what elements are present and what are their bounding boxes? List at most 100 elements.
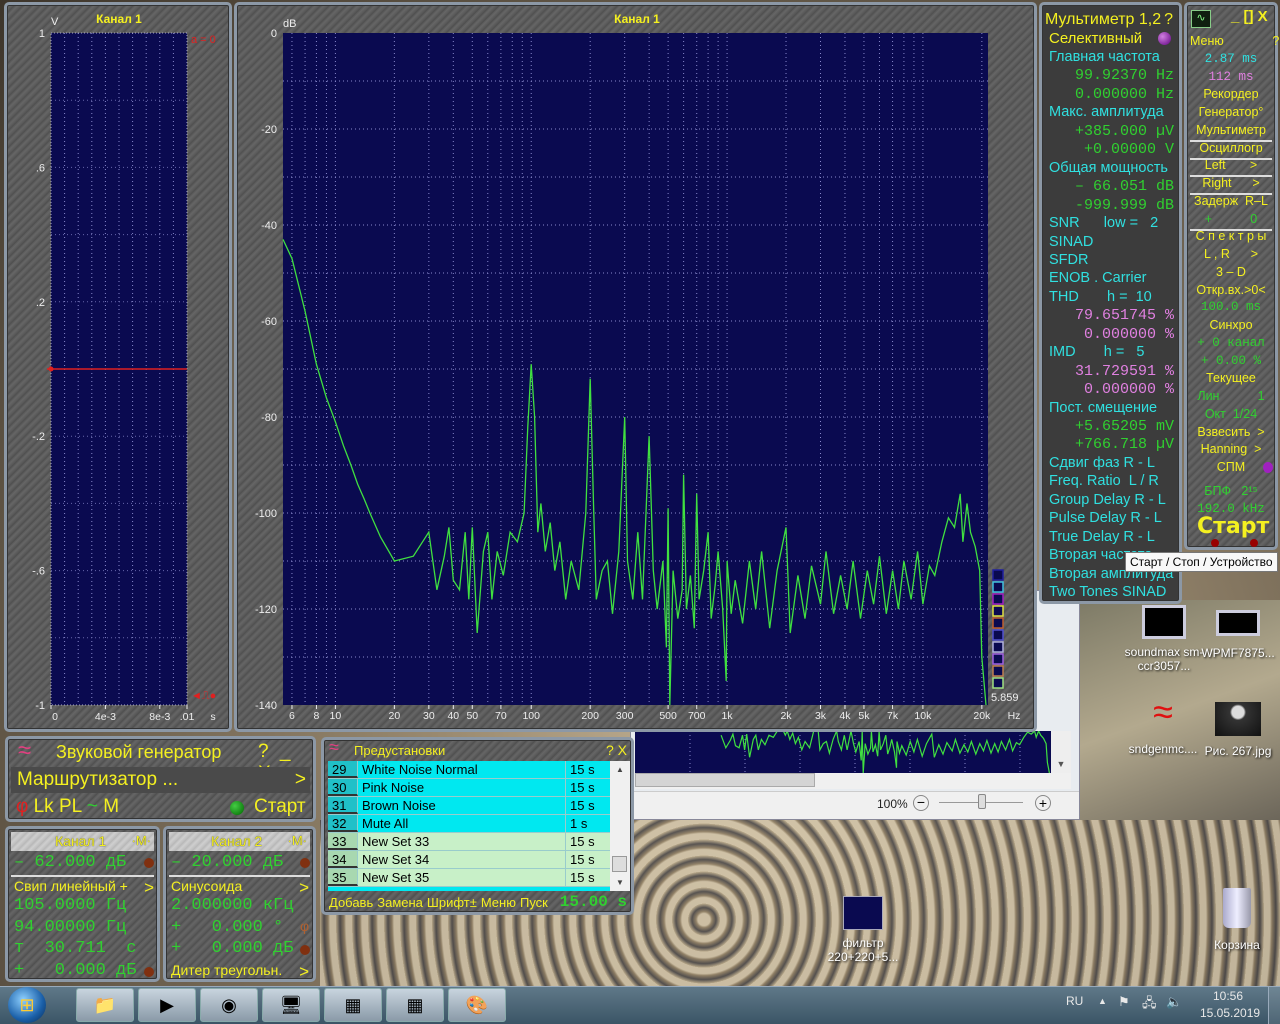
- gain-knob-icon[interactable]: [144, 967, 154, 977]
- desktop-icon-sndgenmc[interactable]: ≈ sndgenmc....: [1122, 694, 1204, 757]
- menu-item[interactable]: 112 ms: [1190, 68, 1272, 87]
- desktop-icon-recycle-bin[interactable]: Корзина: [1202, 888, 1272, 952]
- taskbar-app-media-player[interactable]: ▶: [138, 988, 196, 1022]
- desktop-icon-filter[interactable]: фильтр 220+220+5...: [820, 896, 906, 964]
- menu-item[interactable]: + 0 канал: [1190, 334, 1272, 353]
- show-desktop-button[interactable]: [1268, 987, 1280, 1024]
- viewer-scroll-h[interactable]: [635, 773, 1071, 789]
- trace-color-selector[interactable]: [992, 617, 1004, 629]
- network-icon[interactable]: 🖧: [1142, 994, 1157, 1016]
- channel2-phase[interactable]: + 0.000 °: [171, 918, 283, 937]
- taskbar-app-network-tool[interactable]: 🖥: [262, 988, 320, 1022]
- menu-item[interactable]: + 0: [1190, 210, 1272, 229]
- menu-item[interactable]: Меню ?: [1190, 32, 1279, 51]
- phase-button[interactable]: φ: [16, 796, 28, 817]
- channel2-freq[interactable]: 2.000000 кГц: [171, 896, 293, 915]
- preset-row[interactable]: 34 New Set 34 15 s: [328, 851, 610, 869]
- clock-time[interactable]: 10:56: [1213, 989, 1243, 1003]
- menu-item[interactable]: БПФ 2¹⁵: [1190, 482, 1272, 501]
- trace-color-selector[interactable]: [992, 665, 1004, 677]
- presets-controls[interactable]: ? X: [606, 742, 627, 758]
- menu-item[interactable]: Взвесить >: [1190, 423, 1272, 442]
- menu-item[interactable]: Hanning >: [1190, 440, 1272, 459]
- menu-item[interactable]: Рекордер: [1190, 85, 1272, 104]
- zoom-slider-thumb[interactable]: [978, 794, 986, 809]
- generator-start-button[interactable]: Старт: [254, 796, 306, 818]
- menu-item[interactable]: L , R >: [1190, 245, 1272, 264]
- clock-date[interactable]: 15.05.2019: [1200, 1006, 1260, 1020]
- preset-row[interactable]: 29 White Noise Normal 15 s: [328, 761, 610, 779]
- channel1-freq2[interactable]: 94.00000 Гц: [14, 918, 126, 937]
- menu-item[interactable]: С п е к т р ы: [1190, 227, 1272, 246]
- channel1-time[interactable]: т 30.711 с: [14, 939, 136, 958]
- trace-color-selector[interactable]: [992, 605, 1004, 617]
- marker-control[interactable]: ◄⎍●: [191, 690, 216, 702]
- channel2-wave-select[interactable]: Синусоида >: [171, 878, 309, 897]
- gain-knob-icon[interactable]: [300, 945, 310, 955]
- menu-item[interactable]: Left >: [1190, 156, 1272, 175]
- channel1-gain[interactable]: + 0.000 дБ: [14, 961, 136, 980]
- desktop-icon-wpmf[interactable]: WPMF7875...: [1200, 610, 1276, 660]
- start-button[interactable]: Старт: [1197, 514, 1269, 539]
- taskbar-app-app-window-1[interactable]: ▦: [324, 988, 382, 1022]
- channel1-level[interactable]: – 62.000 дБ: [14, 853, 126, 872]
- menu-item[interactable]: Текущее: [1190, 369, 1272, 388]
- preset-row[interactable]: 32 Mute All 1 s: [328, 815, 610, 833]
- preset-row[interactable]: 31 Brown Noise 15 s: [328, 797, 610, 815]
- menu-item[interactable]: Задерж R–L: [1190, 192, 1272, 211]
- desktop-icon-picture[interactable]: Рис. 267.jpg: [1200, 702, 1276, 758]
- presets-toolbar-button[interactable]: Пуск: [520, 895, 548, 910]
- trace-color-selector[interactable]: [992, 677, 1004, 689]
- presets-toolbar-button[interactable]: Меню: [481, 895, 516, 910]
- presets-toolbar-button[interactable]: Замена: [377, 895, 423, 910]
- trace-color-selector[interactable]: [992, 653, 1004, 665]
- start-menu-button[interactable]: ⊞: [8, 987, 46, 1023]
- tray-expand-icon[interactable]: ▲: [1098, 996, 1107, 1006]
- taskbar-app-paint[interactable]: 🎨: [448, 988, 506, 1022]
- taskbar-app-file-explorer[interactable]: 📁: [76, 988, 134, 1022]
- preset-row[interactable]: 35 New Set 35 15 s: [328, 869, 610, 887]
- trace-color-selector[interactable]: [992, 569, 1004, 581]
- trace-color-selector[interactable]: [992, 641, 1004, 653]
- menu-item[interactable]: Лин 1: [1190, 387, 1272, 406]
- lk-button[interactable]: Lk: [34, 796, 54, 817]
- level-knob-icon[interactable]: [144, 858, 154, 868]
- router-button[interactable]: Маршрутизатор ... >: [11, 767, 310, 793]
- m-button[interactable]: M: [103, 796, 119, 817]
- level-knob-icon[interactable]: [300, 858, 310, 868]
- trigger-label[interactable]: a = 0: [191, 34, 216, 46]
- presets-scrollbar[interactable]: ▲ ▼: [610, 761, 630, 891]
- window-controls[interactable]: _ [] X: [1231, 8, 1268, 25]
- menu-item[interactable]: СПМ: [1190, 458, 1272, 477]
- presets-duration[interactable]: 15.00 s: [560, 893, 627, 911]
- menu-item[interactable]: Синхро: [1190, 316, 1272, 335]
- taskbar-app-chrome[interactable]: ◉: [200, 988, 258, 1022]
- menu-item[interactable]: Осциллогр: [1190, 139, 1272, 158]
- menu-item[interactable]: Мультиметр: [1190, 121, 1272, 140]
- channel2-level[interactable]: – 20.000 дБ: [171, 853, 283, 872]
- menu-item[interactable]: + 0.00 %: [1190, 352, 1272, 371]
- trace-color-selector[interactable]: [992, 593, 1004, 605]
- preset-row[interactable]: 30 Pink Noise 15 s: [328, 779, 610, 797]
- volume-icon[interactable]: 🔈: [1166, 994, 1182, 1010]
- channel2-gain[interactable]: + 0.000 дБ: [171, 939, 293, 958]
- zoom-in-button[interactable]: +: [1035, 795, 1051, 811]
- viewer-scroll-v[interactable]: ▼: [1051, 731, 1071, 773]
- scrollbar-thumb[interactable]: [612, 856, 627, 872]
- language-indicator[interactable]: RU: [1066, 994, 1083, 1008]
- menu-item[interactable]: Генератор°: [1190, 103, 1272, 122]
- help-button[interactable]: ?: [1164, 10, 1173, 29]
- menu-item[interactable]: 3 – D: [1190, 263, 1272, 282]
- pl-button[interactable]: PL: [59, 796, 82, 817]
- channel1-freq1[interactable]: 105.0000 Гц: [14, 896, 126, 915]
- action-center-icon[interactable]: ⚑: [1118, 994, 1130, 1010]
- dither-select[interactable]: Дитер треугольн. >: [171, 962, 309, 981]
- menu-item[interactable]: Окт 1/24: [1190, 405, 1272, 424]
- taskbar-app-app-window-2[interactable]: ▦: [386, 988, 444, 1022]
- mode-selective[interactable]: Селективный: [1049, 29, 1179, 48]
- trace-color-selector[interactable]: [992, 629, 1004, 641]
- menu-item[interactable]: Right >: [1190, 174, 1272, 193]
- trace-color-selector[interactable]: [992, 581, 1004, 593]
- menu-item[interactable]: 100.0 ms: [1190, 298, 1272, 317]
- presets-toolbar-button[interactable]: Шрифт±: [427, 895, 477, 910]
